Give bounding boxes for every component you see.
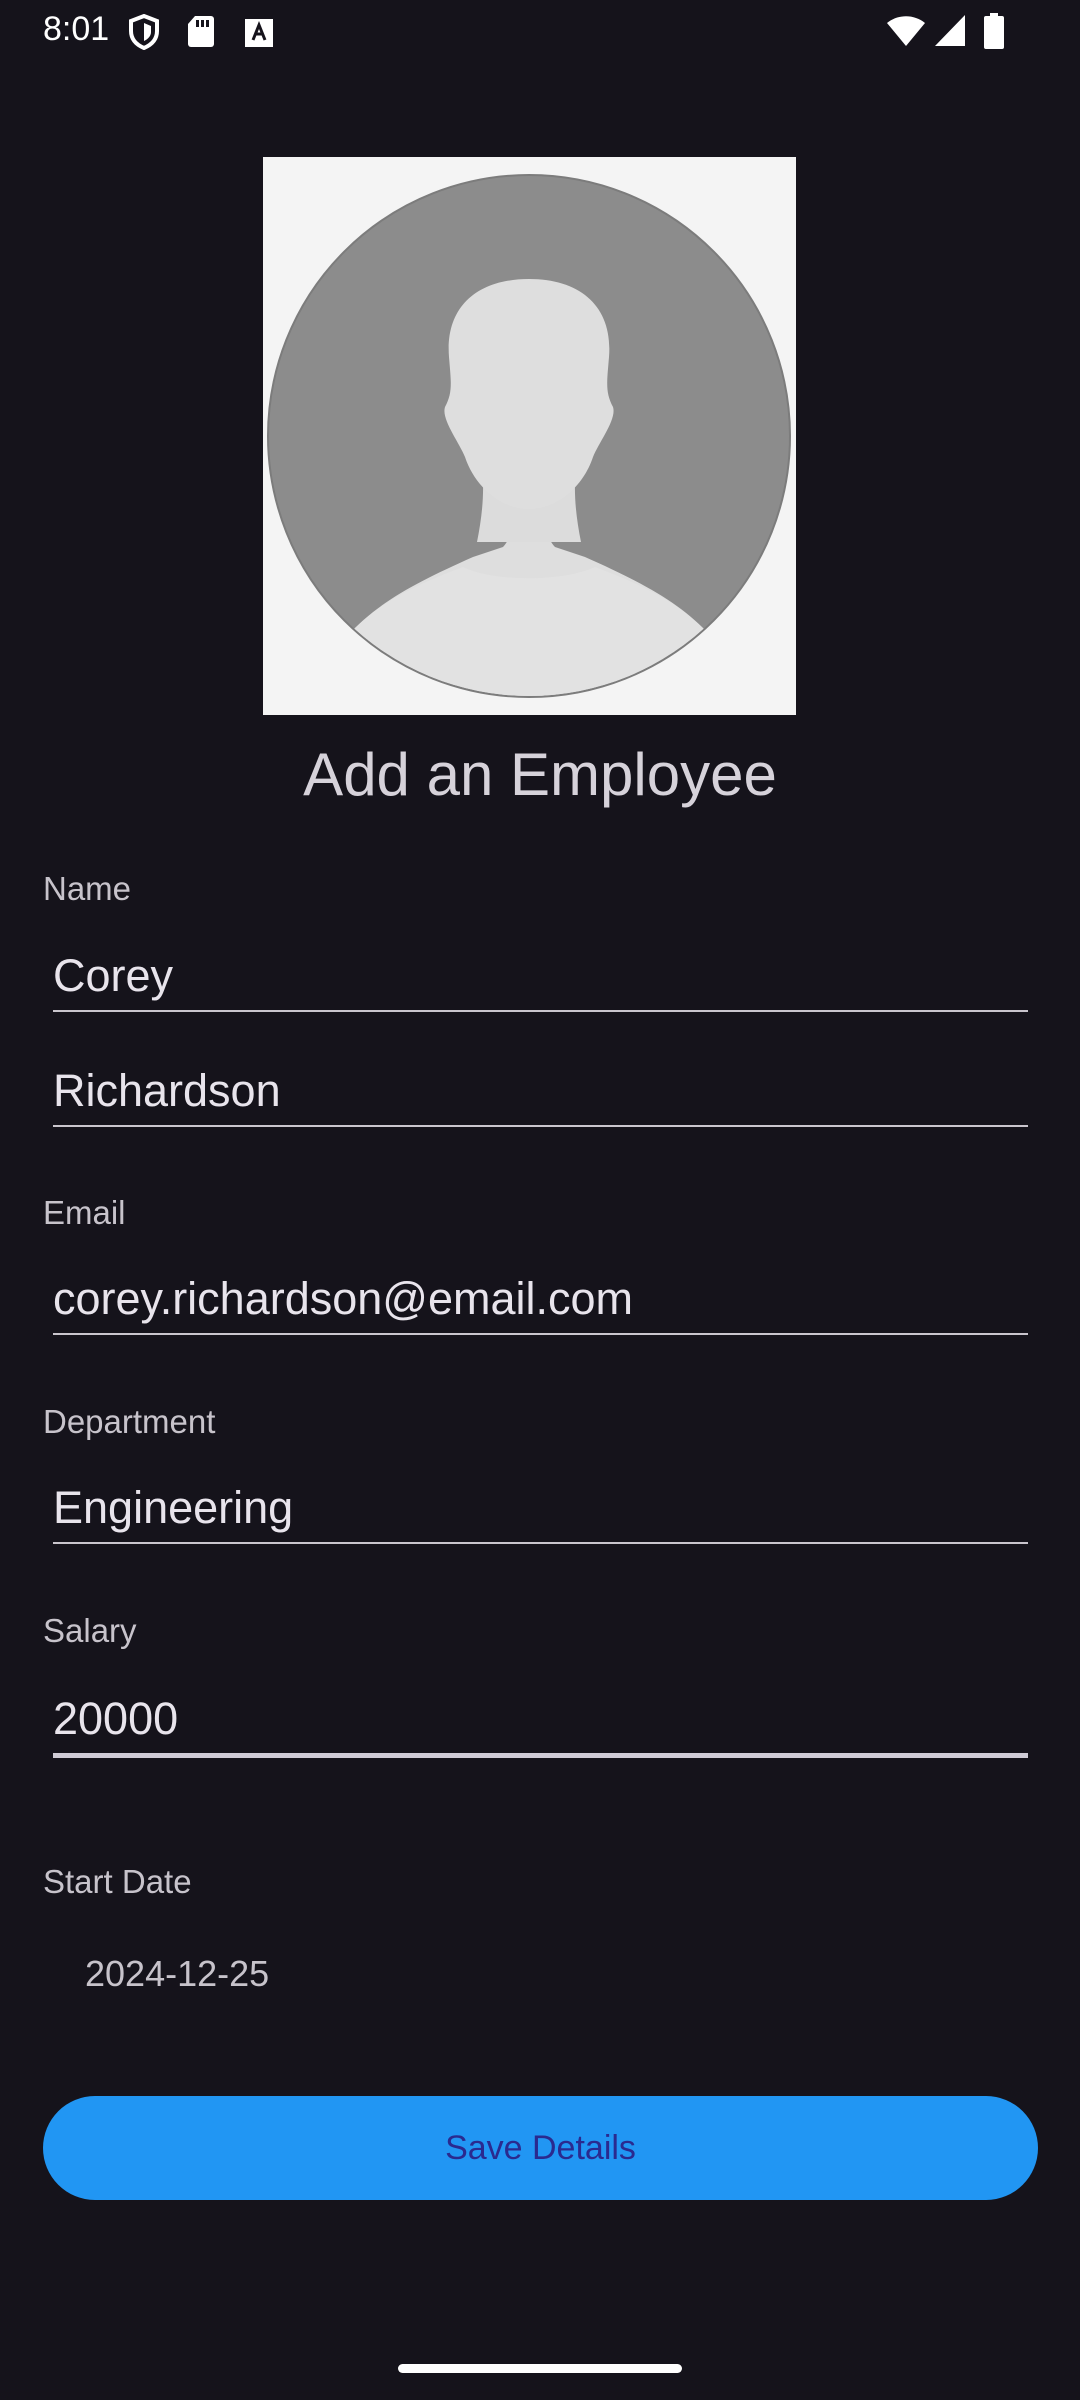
start-date-label: Start Date (43, 1863, 192, 1900)
first-name-value: Corey (53, 950, 174, 1001)
person-placeholder-icon (267, 174, 791, 698)
battery-icon (984, 13, 1004, 54)
department-value: Engineering (53, 1482, 294, 1533)
name-label: Name (43, 870, 132, 907)
last-name-field[interactable]: Richardson (53, 1055, 1028, 1127)
email-field[interactable]: corey.richardson@email.com (53, 1263, 1028, 1335)
save-details-label: Save Details (445, 2128, 636, 2167)
salary-label: Salary (43, 1612, 137, 1649)
first-name-field[interactable]: Corey (53, 940, 1028, 1012)
keyboard-a-icon (244, 18, 274, 53)
home-indicator[interactable] (398, 2364, 682, 2373)
save-details-button[interactable]: Save Details (43, 2096, 1038, 2200)
status-time: 8:01 (43, 10, 110, 48)
page-title: Add an Employee (303, 741, 777, 808)
department-label: Department (43, 1403, 216, 1440)
department-field[interactable]: Engineering (53, 1472, 1028, 1544)
last-name-value: Richardson (53, 1065, 281, 1116)
employee-photo[interactable] (263, 157, 796, 715)
start-date-value[interactable]: 2024-12-25 (85, 1953, 269, 1995)
signal-icon (934, 14, 966, 52)
salary-field[interactable]: 20000 (53, 1683, 1028, 1758)
email-value: corey.richardson@email.com (53, 1273, 634, 1324)
shield-icon (128, 13, 160, 55)
sd-card-icon (187, 14, 215, 53)
status-bar: 8:01 (0, 0, 1080, 64)
salary-value: 20000 (53, 1693, 179, 1744)
wifi-icon (886, 15, 926, 52)
email-label: Email (43, 1194, 126, 1231)
